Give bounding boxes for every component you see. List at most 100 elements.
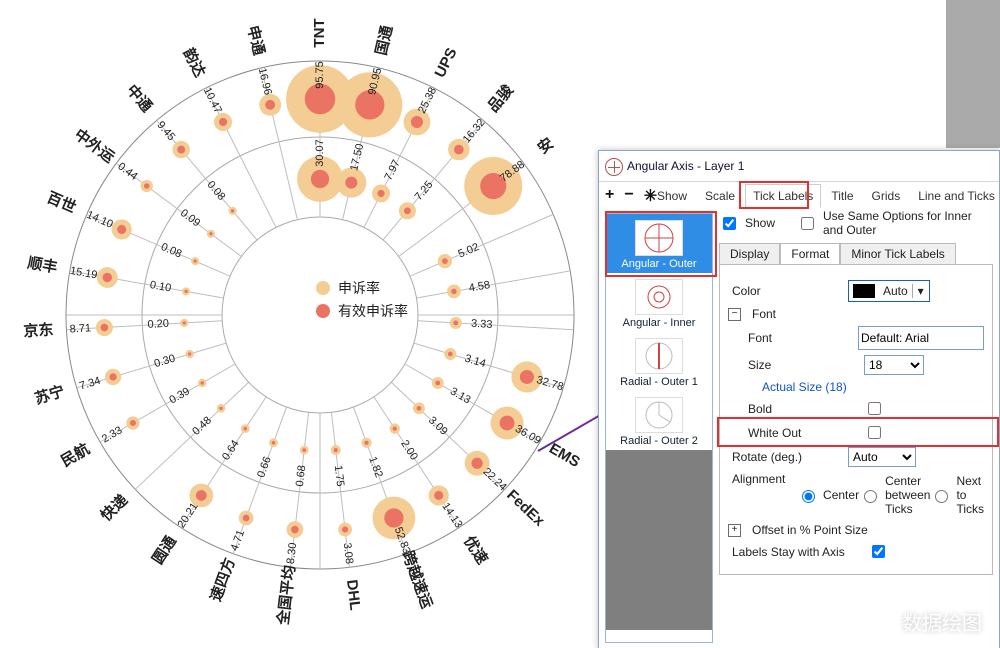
dropdown-arrow-icon: ▾ (912, 284, 929, 298)
svg-text:0.10: 0.10 (149, 279, 172, 295)
svg-text:16.96: 16.96 (256, 67, 274, 97)
svg-text:8.71: 8.71 (69, 322, 91, 335)
svg-text:0.44: 0.44 (115, 160, 139, 182)
bold-label: Bold (728, 402, 858, 416)
legend-label-2: 有效申诉率 (338, 301, 408, 321)
svg-text:3.13: 3.13 (448, 385, 473, 406)
font-field[interactable] (858, 326, 984, 350)
svg-text:14.10: 14.10 (85, 209, 115, 231)
svg-text:2.00: 2.00 (398, 438, 420, 462)
svg-text:16.32: 16.32 (461, 117, 488, 146)
svg-text:申通: 申通 (244, 24, 268, 57)
size-label: Size (728, 358, 858, 372)
axis-item-1[interactable]: Angular - Inner (606, 273, 712, 332)
svg-text:0.66: 0.66 (255, 455, 274, 479)
sub-tabs: DisplayFormatMinor Tick Labels (719, 243, 993, 264)
svg-text:EMS: EMS (546, 440, 583, 471)
svg-text:3.33: 3.33 (471, 318, 493, 331)
svg-text:1.82: 1.82 (366, 455, 385, 479)
tab-grids[interactable]: Grids (864, 184, 909, 208)
svg-text:14.13: 14.13 (439, 501, 464, 531)
svg-text:95.75: 95.75 (314, 61, 326, 89)
color-value: Auto (879, 284, 912, 298)
axis-item-0[interactable]: Angular - Outer (606, 214, 712, 273)
alignment-label: Alignment (728, 472, 791, 486)
watermark: 数据绘图 (872, 607, 982, 636)
tab-tick labels[interactable]: Tick Labels (745, 184, 821, 208)
svg-text:4.71: 4.71 (229, 528, 248, 552)
tab-show[interactable]: Show (649, 184, 695, 208)
svg-text:20.21: 20.21 (175, 501, 200, 531)
color-swatch-box (853, 284, 875, 298)
font-expander-icon[interactable]: − (728, 308, 741, 321)
polar-bubble-chart: TNT国通UPS品骏安EMSFedEx优速跨越速运DHL全国平均速四方圆通快递民… (10, 0, 610, 648)
axis-item-3[interactable]: Radial - Outer 2 (606, 391, 712, 450)
svg-text:0.08: 0.08 (204, 179, 227, 203)
svg-text:4.58: 4.58 (468, 279, 491, 295)
stay-checkbox[interactable] (872, 545, 885, 558)
svg-text:速四方: 速四方 (206, 555, 238, 603)
legend-swatch-outer (316, 281, 330, 295)
svg-text:圆通: 圆通 (149, 533, 180, 567)
legend-swatch-inner (316, 304, 330, 318)
svg-text:京东: 京东 (23, 321, 54, 341)
svg-text:7.25: 7.25 (413, 179, 436, 203)
axis-item-2[interactable]: Radial - Outer 1 (606, 332, 712, 391)
align-next-radio[interactable] (935, 490, 948, 503)
align-center-radio[interactable] (802, 490, 815, 503)
svg-text:0.64: 0.64 (220, 438, 242, 462)
show-label: Show (745, 216, 775, 230)
dialog-titlebar[interactable]: Angular Axis - Layer 1 (599, 151, 999, 182)
svg-text:0.68: 0.68 (294, 465, 308, 488)
rotate-label: Rotate (deg.) (728, 450, 842, 464)
svg-text:10.47: 10.47 (201, 85, 224, 115)
offset-expander-icon[interactable]: + (728, 524, 741, 537)
toolbar-remove-icon[interactable]: − (624, 186, 633, 206)
rotate-select[interactable]: Auto (848, 447, 916, 467)
svg-text:17.50: 17.50 (348, 143, 366, 173)
toolbar-add-icon[interactable]: + (605, 186, 614, 206)
svg-text:苏宁: 苏宁 (33, 382, 67, 408)
svg-text:FedEx: FedEx (503, 487, 548, 531)
bold-checkbox[interactable] (868, 402, 881, 415)
subtab-minor tick labels[interactable]: Minor Tick Labels (840, 243, 955, 264)
font-label: Font (728, 331, 852, 345)
chart-legend: 申诉率 有效申诉率 (316, 275, 446, 324)
tab-line and ticks[interactable]: Line and Ticks (910, 184, 1000, 208)
svg-text:0.39: 0.39 (167, 385, 192, 406)
tab-scale[interactable]: Scale (697, 184, 743, 208)
tab-title[interactable]: Title (823, 184, 861, 208)
svg-text:顺丰: 顺丰 (26, 254, 59, 277)
align-between-radio[interactable] (864, 490, 877, 503)
settings-pane: Show Use Same Options for Inner and Oute… (719, 209, 993, 643)
show-checkbox[interactable] (723, 217, 736, 230)
axis-list[interactable]: Angular - OuterAngular - InnerRadial - O… (605, 213, 713, 643)
alignment-radiogroup: Center Center between Ticks Next to Tick… (797, 472, 984, 518)
svg-text:30.07: 30.07 (314, 139, 326, 167)
size-select[interactable]: 18 (864, 355, 924, 375)
format-subpane: Color Auto ▾ − Font Font Size (719, 264, 993, 575)
subtab-format[interactable]: Format (780, 243, 840, 264)
whiteout-checkbox[interactable] (868, 426, 881, 439)
svg-text:3.08: 3.08 (341, 542, 355, 565)
svg-text:7.34: 7.34 (78, 375, 102, 393)
font-group-label: Font (752, 307, 776, 321)
svg-text:1.75: 1.75 (332, 465, 346, 488)
svg-text:中通: 中通 (123, 81, 156, 116)
same-options-checkbox[interactable] (801, 217, 814, 230)
svg-text:品骏: 品骏 (484, 80, 518, 115)
legend-label-1: 申诉率 (338, 278, 380, 298)
svg-text:32.78: 32.78 (535, 374, 565, 393)
subtab-display[interactable]: Display (719, 243, 780, 264)
svg-text:15.19: 15.19 (69, 265, 98, 282)
color-picker[interactable]: Auto ▾ (848, 280, 930, 302)
svg-text:中外运: 中外运 (71, 125, 118, 166)
svg-text:5.02: 5.02 (457, 241, 481, 261)
svg-text:跨越速运: 跨越速运 (399, 548, 436, 611)
svg-text:快递: 快递 (97, 491, 131, 525)
svg-text:0.30: 0.30 (153, 353, 177, 371)
workspace-gray-edge (946, 0, 1000, 148)
svg-text:DHL: DHL (343, 579, 363, 612)
svg-text:UPS: UPS (432, 45, 461, 80)
svg-text:0.09: 0.09 (178, 207, 202, 229)
